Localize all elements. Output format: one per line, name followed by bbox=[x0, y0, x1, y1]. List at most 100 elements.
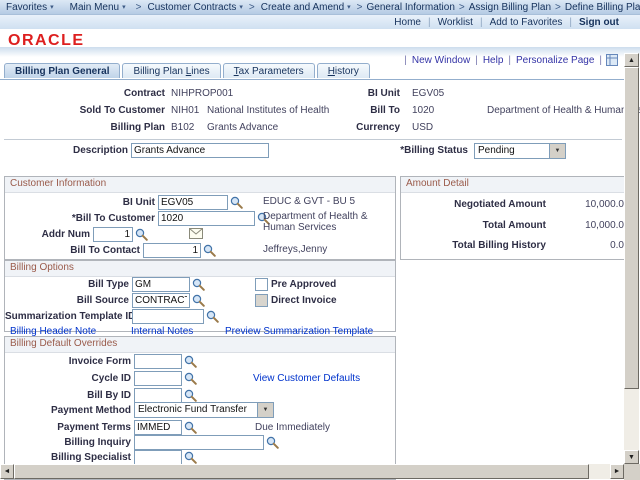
customer-information-box: Customer Information BI Unit *Bill To Cu… bbox=[4, 176, 396, 260]
billing-plan-desc: Grants Advance bbox=[207, 122, 278, 133]
page-grid-icon[interactable] bbox=[606, 54, 620, 67]
horizontal-scroll-track[interactable] bbox=[14, 464, 610, 479]
breadcrumb-separator: > bbox=[132, 2, 146, 13]
favorites-menu[interactable]: Favorites ▾ bbox=[0, 2, 60, 13]
summarization-template-lookup-icon[interactable] bbox=[206, 310, 220, 323]
payment-method-select[interactable]: Electronic Fund Transfer ▼ bbox=[134, 402, 274, 418]
bill-by-id-lookup-icon[interactable] bbox=[184, 389, 198, 402]
vertical-scrollbar[interactable]: ▲ ▼ bbox=[624, 53, 639, 464]
billing-inquiry-input[interactable] bbox=[134, 435, 264, 450]
tab-tax-parameters[interactable]: Tax Parameters bbox=[223, 63, 315, 78]
breadcrumb-create-and-amend[interactable]: Create and Amend ▾ bbox=[259, 2, 353, 13]
cycle-id-input[interactable] bbox=[134, 371, 182, 386]
dropdown-arrow-icon[interactable]: ▼ bbox=[549, 144, 565, 158]
addr-num-input[interactable] bbox=[93, 227, 133, 242]
payment-terms-input[interactable] bbox=[134, 420, 182, 435]
horizontal-scrollbar[interactable]: ◄ ► bbox=[0, 464, 624, 479]
main-menu[interactable]: Main Menu ▾ bbox=[64, 2, 132, 13]
bill-to-customer-input[interactable] bbox=[158, 211, 255, 226]
scroll-right-icon[interactable]: ► bbox=[610, 464, 624, 479]
billing-status-label: *Billing Status bbox=[372, 145, 468, 156]
pre-approved-checkbox[interactable] bbox=[255, 278, 268, 291]
breadcrumb-general-information[interactable]: General Information bbox=[367, 2, 455, 13]
logo-band: ORACLE bbox=[0, 29, 640, 47]
breadcrumb-customer-contracts[interactable]: Customer Contracts ▾ bbox=[145, 2, 244, 13]
vertical-scroll-thumb[interactable] bbox=[624, 67, 639, 389]
billing-default-overrides-title: Billing Default Overrides bbox=[5, 337, 395, 353]
billing-inquiry-label: Billing Inquiry bbox=[5, 437, 131, 448]
total-billing-history-value: 0.0 bbox=[546, 240, 629, 251]
payment-terms-lookup-icon[interactable] bbox=[184, 421, 198, 434]
scroll-down-icon[interactable]: ▼ bbox=[624, 450, 639, 464]
cycle-id-lookup-icon[interactable] bbox=[184, 372, 198, 385]
add-to-favorites-link[interactable]: Add to Favorites bbox=[483, 17, 570, 28]
billing-options-box: Billing Options Bill Type Pre Approved B… bbox=[4, 260, 396, 332]
bill-source-label: Bill Source bbox=[5, 295, 129, 306]
personalize-page-link[interactable]: Personalize Page bbox=[511, 55, 599, 66]
help-link[interactable]: Help bbox=[478, 55, 509, 66]
description-label: Description bbox=[0, 145, 128, 156]
bill-type-lookup-icon[interactable] bbox=[192, 278, 206, 291]
bill-to-label: Bill To bbox=[340, 105, 400, 116]
dropdown-arrow-icon[interactable]: ▼ bbox=[257, 403, 273, 417]
tab-billing-plan-general[interactable]: Billing Plan General bbox=[4, 63, 120, 78]
chevron-down-icon: ▾ bbox=[122, 3, 126, 11]
total-amount-label: Total Amount bbox=[401, 220, 546, 231]
chevron-down-icon: ▾ bbox=[239, 3, 243, 11]
scrollbar-corner bbox=[624, 464, 640, 480]
preview-summarization-template-link[interactable]: Preview Summarization Template bbox=[225, 326, 373, 337]
breadcrumb-separator: > bbox=[455, 2, 469, 13]
sold-to-customer-label: Sold To Customer bbox=[0, 105, 165, 116]
contract-label: Contract bbox=[0, 88, 165, 99]
total-billing-history-label: Total Billing History bbox=[401, 240, 546, 251]
bill-to-contact-label: Bill To Contact bbox=[5, 245, 140, 256]
billing-options-title: Billing Options bbox=[5, 261, 395, 277]
bill-type-input[interactable] bbox=[132, 277, 190, 292]
invoice-form-label: Invoice Form bbox=[5, 356, 131, 367]
bi-unit-field-label: BI Unit bbox=[5, 197, 155, 208]
tab-history[interactable]: History bbox=[317, 63, 370, 78]
tab-billing-plan-lines[interactable]: Billing Plan Lines bbox=[122, 63, 220, 78]
cycle-id-label: Cycle ID bbox=[5, 373, 131, 384]
bi-unit-lookup-icon[interactable] bbox=[230, 196, 244, 209]
bill-source-input[interactable] bbox=[132, 293, 190, 308]
payment-terms-desc: Due Immediately bbox=[255, 422, 330, 433]
payment-terms-label: Payment Terms bbox=[5, 422, 131, 433]
summarization-template-input[interactable] bbox=[132, 309, 204, 324]
vertical-scroll-track[interactable] bbox=[624, 67, 639, 450]
bi-unit-input[interactable] bbox=[158, 195, 228, 210]
scroll-up-icon[interactable]: ▲ bbox=[624, 53, 639, 67]
contract-header: Contract NIHPROP001 BI Unit EGV05 Sold T… bbox=[0, 85, 624, 137]
contract-value: NIHPROP001 bbox=[171, 88, 233, 99]
page-links-bar: | New Window | Help | Personalize Page | bbox=[404, 54, 620, 67]
description-input[interactable] bbox=[131, 143, 269, 158]
invoice-form-lookup-icon[interactable] bbox=[184, 355, 198, 368]
description-row: Description *Billing Status Pending ▼ bbox=[0, 142, 624, 159]
bill-source-lookup-icon[interactable] bbox=[192, 294, 206, 307]
home-link[interactable]: Home bbox=[387, 17, 428, 28]
billing-status-select[interactable]: Pending ▼ bbox=[474, 143, 566, 159]
new-window-link[interactable]: New Window bbox=[407, 55, 475, 66]
invoice-form-input[interactable] bbox=[134, 354, 182, 369]
summarization-template-label: Summarization Template ID bbox=[5, 311, 129, 322]
envelope-icon[interactable] bbox=[189, 228, 203, 241]
addr-num-lookup-icon[interactable] bbox=[135, 228, 149, 241]
bill-by-id-label: Bill By ID bbox=[5, 390, 131, 401]
direct-invoice-label: Direct Invoice bbox=[271, 295, 337, 306]
scroll-left-icon[interactable]: ◄ bbox=[0, 464, 14, 479]
breadcrumb-assign-billing-plan[interactable]: Assign Billing Plan bbox=[469, 2, 551, 13]
billing-specialist-lookup-icon[interactable] bbox=[184, 451, 198, 464]
bill-to-contact-input[interactable] bbox=[143, 243, 201, 258]
horizontal-scroll-thumb[interactable] bbox=[14, 464, 589, 479]
view-customer-defaults-link[interactable]: View Customer Defaults bbox=[253, 373, 360, 384]
breadcrumb-define-billing-plan[interactable]: Define Billing Plan bbox=[565, 2, 640, 13]
sign-out-link[interactable]: Sign out bbox=[572, 17, 626, 28]
payment-method-label: Payment Method bbox=[5, 405, 131, 416]
billing-inquiry-lookup-icon[interactable] bbox=[266, 436, 280, 449]
internal-notes-link[interactable]: Internal Notes bbox=[131, 326, 193, 337]
bill-type-label: Bill Type bbox=[5, 279, 129, 290]
breadcrumb-separator: > bbox=[245, 2, 259, 13]
billing-header-note-link[interactable]: Billing Header Note bbox=[10, 326, 96, 337]
worklist-link[interactable]: Worklist bbox=[431, 17, 480, 28]
bill-to-contact-lookup-icon[interactable] bbox=[203, 244, 217, 257]
